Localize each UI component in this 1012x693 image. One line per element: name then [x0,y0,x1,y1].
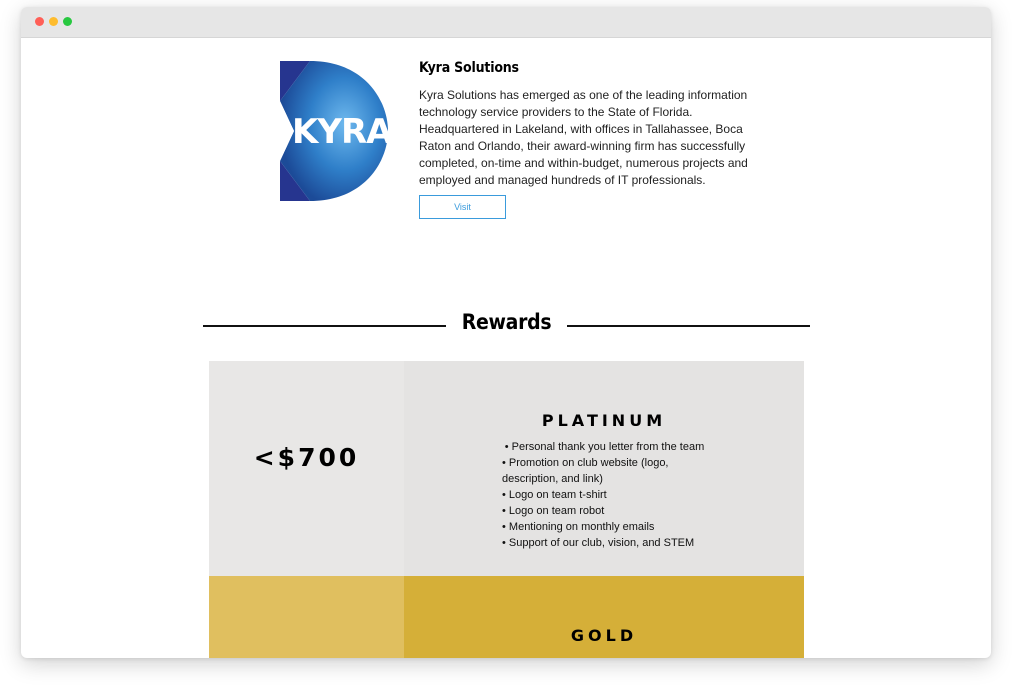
perk-list: • Personal thank you letter from the tea… [502,439,707,551]
rewards-title: Rewards [461,310,552,334]
browser-window: KYRA Kyra Solutions Kyra Solutions has e… [21,7,991,658]
perk-item: • Logo on team t-shirt [502,489,607,501]
visit-button[interactable]: Visit [419,195,506,219]
page-content: KYRA Kyra Solutions Kyra Solutions has e… [21,38,991,658]
tier-platinum: <$700 PLATINUM • Personal thank you lett… [209,361,804,576]
perk-item: • Support of our club, vision, and STEM [502,537,695,549]
maximize-window-button[interactable] [63,17,72,26]
window-titlebar [21,7,991,38]
tier-price: <$700 [253,443,360,472]
tier-name: GOLD [570,626,638,645]
close-window-button[interactable] [35,17,44,26]
perk-item: • Personal thank you letter from the tea… [504,441,705,453]
perk-item: • Logo on team robot [502,505,605,517]
sponsor-description: Kyra Solutions has emerged as one of the… [419,88,748,187]
minimize-window-button[interactable] [49,17,58,26]
sponsor-name: Kyra Solutions [419,60,519,76]
tier-name: PLATINUM [541,411,667,430]
tier-price-cell [209,576,404,658]
tier-gold: GOLD [209,576,804,658]
perk-item: • Mentioning on monthly emails [502,521,655,533]
rewards-divider-left [203,325,446,327]
tier-body-cell: GOLD [404,576,804,658]
perk-item: • Promotion on club website (logo, descr… [502,457,669,485]
rewards-divider-right [567,325,810,327]
tier-price-cell: <$700 [209,361,404,576]
kyra-logo: KYRA [280,61,394,201]
tier-body-cell: PLATINUM • Personal thank you letter fro… [404,361,804,576]
logo-wordmark: KYRA [292,112,388,152]
